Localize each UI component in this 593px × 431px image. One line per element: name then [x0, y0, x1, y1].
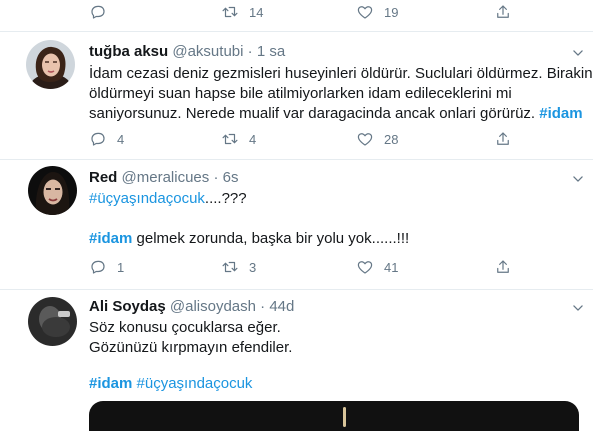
- display-name[interactable]: tuğba aksu: [89, 43, 168, 60]
- share-icon: [494, 258, 512, 276]
- tweet-text-segment: ....???: [204, 190, 247, 207]
- user-handle[interactable]: @alisoydash: [170, 298, 256, 315]
- like-count: 19: [384, 4, 399, 20]
- tweet-text-line: saniyorsunuz. Nerede mualif var daragaci…: [89, 104, 593, 124]
- timestamp[interactable]: 6s: [223, 169, 239, 186]
- reply-icon: [89, 130, 107, 148]
- tweet-text-line: öldürmeyi suan hapse bile atilmiyorlarke…: [89, 85, 512, 102]
- share-button[interactable]: [494, 2, 512, 22]
- timestamp[interactable]: 44d: [269, 298, 294, 315]
- tweet-text: #idam gelmek zorunda, başka bir yolu yok…: [89, 229, 409, 249]
- like-button[interactable]: 19: [356, 2, 398, 22]
- media-preview: [343, 407, 346, 427]
- reply-count: 1: [117, 259, 125, 275]
- tweet[interactable]: tuğba aksu @aksutubi · 1 sa İdam cezasi …: [0, 32, 593, 162]
- retweet-count: 3: [249, 259, 257, 275]
- tweet-text-line: Gözünüzü kırpmayın efendiler.: [89, 339, 293, 356]
- avatar[interactable]: [28, 166, 77, 215]
- tweet-text-line: #üçyaşındaçocuk....???: [89, 189, 247, 209]
- tweet-header: Ali Soydaş @alisoydash · 44d: [89, 298, 294, 315]
- heart-icon: [356, 130, 374, 148]
- heart-icon: [356, 3, 374, 21]
- reply-icon: [89, 3, 107, 21]
- share-icon: [494, 130, 512, 148]
- chevron-down-icon[interactable]: [571, 46, 585, 60]
- separator-dot: ·: [247, 43, 253, 60]
- retweet-count: 4: [249, 131, 257, 147]
- tweet-actions: 1 3 41: [0, 257, 593, 277]
- display-name[interactable]: Red: [89, 169, 117, 186]
- tweet-text-line: İdam cezasi deniz gezmisleri huseyinleri…: [89, 65, 593, 82]
- tweet-actions: 4 4 28: [0, 129, 593, 149]
- reply-button[interactable]: 1: [89, 257, 124, 277]
- display-name[interactable]: Ali Soydaş: [89, 298, 166, 315]
- tweet-text: #üçyaşındaçocuk....???: [89, 189, 247, 209]
- reply-button[interactable]: 4: [89, 129, 124, 149]
- heart-icon: [356, 258, 374, 276]
- avatar[interactable]: [26, 40, 75, 89]
- retweet-button[interactable]: 4: [221, 129, 256, 149]
- tweet-text-line: #idam #üçyaşındaçocuk: [89, 374, 252, 394]
- tweet-media[interactable]: [89, 401, 579, 431]
- hashtag-link[interactable]: #idam: [539, 105, 582, 122]
- tweet-text: Söz konusu çocuklarsa eğer. Gözünüzü kır…: [89, 318, 292, 358]
- tweet-text-line: Söz konusu çocuklarsa eğer.: [89, 319, 281, 336]
- user-handle[interactable]: @aksutubi: [172, 43, 243, 60]
- tweet-actions-previous: 14 19: [0, 2, 593, 22]
- tweet-text-line: #idam gelmek zorunda, başka bir yolu yok…: [89, 229, 409, 249]
- separator-dot: ·: [213, 169, 219, 186]
- hashtag-link[interactable]: #idam: [89, 375, 132, 392]
- hashtag-link[interactable]: #idam: [89, 230, 132, 247]
- reply-count: 4: [117, 131, 125, 147]
- tweet-header: tuğba aksu @aksutubi · 1 sa: [89, 43, 285, 60]
- retweet-icon: [221, 258, 239, 276]
- hashtag-link[interactable]: #üçyaşındaçocuk: [137, 375, 253, 392]
- tweet[interactable]: Red @meralicues · 6s #üçyaşındaçocuk....…: [0, 160, 593, 288]
- retweet-count: 14: [249, 4, 264, 20]
- reply-icon: [89, 258, 107, 276]
- tweet-text-segment: saniyorsunuz. Nerede mualif var daragaci…: [89, 105, 536, 122]
- share-button[interactable]: [494, 129, 512, 149]
- like-button[interactable]: 28: [356, 129, 398, 149]
- like-count: 28: [384, 131, 399, 147]
- tweet-text: İdam cezasi deniz gezmisleri huseyinleri…: [89, 64, 593, 124]
- retweet-button[interactable]: 14: [221, 2, 263, 22]
- timestamp[interactable]: 1 sa: [257, 43, 285, 60]
- avatar[interactable]: [28, 297, 77, 346]
- retweet-icon: [221, 130, 239, 148]
- share-button[interactable]: [494, 257, 512, 277]
- like-button[interactable]: 41: [356, 257, 398, 277]
- tweet-header: Red @meralicues · 6s: [89, 169, 238, 186]
- hashtag-link[interactable]: #üçyaşındaçocuk: [89, 190, 205, 207]
- share-icon: [494, 3, 512, 21]
- retweet-icon: [221, 3, 239, 21]
- retweet-button[interactable]: 3: [221, 257, 256, 277]
- reply-button[interactable]: [89, 2, 117, 22]
- separator-dot: ·: [260, 298, 266, 315]
- like-count: 41: [384, 259, 399, 275]
- tweet-text-segment: gelmek zorunda, başka bir yolu yok......…: [132, 230, 410, 247]
- chevron-down-icon[interactable]: [571, 172, 585, 186]
- chevron-down-icon[interactable]: [571, 301, 585, 315]
- tweet-text: #idam #üçyaşındaçocuk: [89, 374, 252, 394]
- user-handle[interactable]: @meralicues: [122, 169, 210, 186]
